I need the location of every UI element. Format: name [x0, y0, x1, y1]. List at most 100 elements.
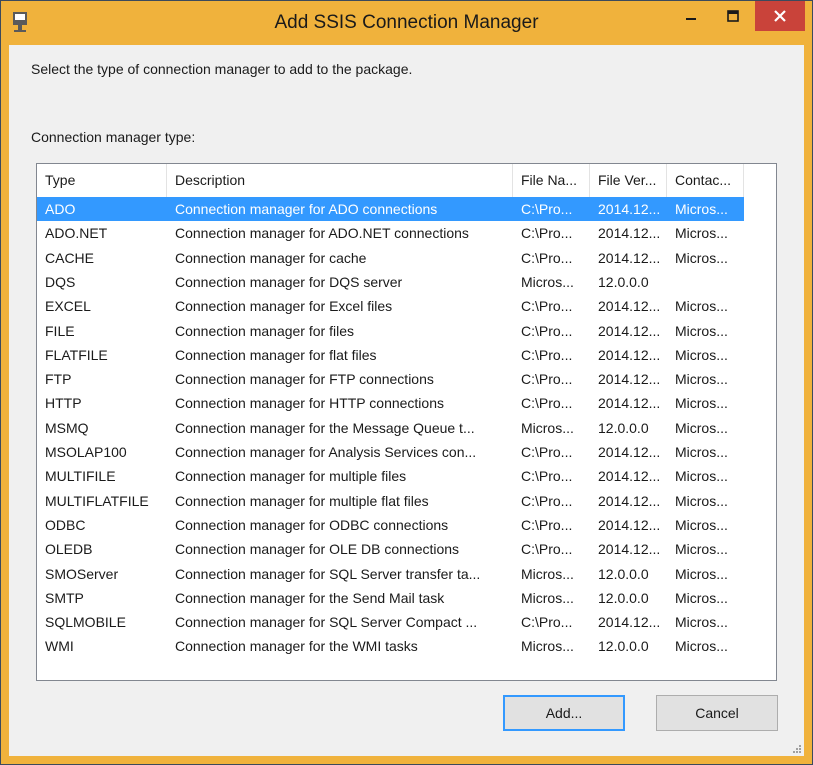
- cell-description: Connection manager for SQL Server transf…: [175, 565, 481, 582]
- cell-type: CACHE: [45, 249, 95, 266]
- cell-description: Connection manager for HTTP connections: [175, 395, 444, 412]
- cell-type: SQLMOBILE: [45, 614, 126, 631]
- dialog-window: Add SSIS Connection Manager Select the t…: [0, 0, 813, 765]
- cell-description: Connection manager for cache: [175, 249, 367, 266]
- cell-file-version: 2014.12...: [598, 346, 661, 363]
- cell-file-version: 2014.12...: [598, 468, 661, 485]
- cell-file-version: 2014.12...: [598, 614, 661, 631]
- table-row[interactable]: MULTIFLATFILE Connection manager for mult…: [37, 489, 744, 513]
- table-row[interactable]: DQS Connection manager for DQS server Micr…: [37, 270, 744, 294]
- title-bar[interactable]: Add SSIS Connection Manager: [1, 1, 812, 45]
- cell-description: Connection manager for Excel files: [175, 298, 393, 315]
- table-row[interactable]: ADO.NET Connection manager for ADO.NET co…: [37, 221, 744, 245]
- maximize-button[interactable]: [713, 1, 753, 31]
- add-button[interactable]: Add...: [503, 695, 625, 731]
- cancel-button[interactable]: Cancel: [656, 695, 778, 731]
- connection-type-list[interactable]: Type Description File Na... File Ver... …: [36, 163, 777, 681]
- cell-file-name: C:\Pro...: [521, 492, 573, 509]
- cell-file-name: Micros...: [521, 589, 574, 606]
- cell-contact: Micros...: [675, 249, 728, 266]
- cell-description: Connection manager for DQS server: [175, 273, 403, 290]
- cell-type: DQS: [45, 273, 76, 290]
- cell-description: Connection manager for flat files: [175, 346, 377, 363]
- table-row[interactable]: MULTIFILE Connection manager for multiple…: [37, 464, 744, 488]
- list-header: Type Description File Na... File Ver... …: [37, 164, 776, 197]
- table-row[interactable]: FTP Connection manager for FTP connection…: [37, 367, 744, 391]
- cell-contact: Micros...: [675, 346, 728, 363]
- cell-contact: [667, 270, 744, 294]
- table-row[interactable]: SMTP Connection manager for the Send Mail…: [37, 586, 744, 610]
- cell-type: FLATFILE: [45, 346, 108, 363]
- table-row[interactable]: ODBC Connection manager for ODBC connecti…: [37, 513, 744, 537]
- table-row[interactable]: ADO Connection manager for ADO connection…: [37, 197, 744, 221]
- cell-description: Connection manager for the Send Mail tas…: [175, 589, 445, 606]
- cell-file-version: 12.0.0.0: [598, 273, 649, 290]
- cell-file-version: 2014.12...: [598, 371, 661, 388]
- resize-grip-icon[interactable]: [792, 744, 802, 754]
- table-row[interactable]: FLATFILE Connection manager for flat file…: [37, 343, 744, 367]
- cell-file-version: 2014.12...: [598, 201, 661, 217]
- cell-type: WMI: [45, 638, 74, 655]
- table-row[interactable]: MSOLAP100 Connection manager for Analysis…: [37, 440, 744, 464]
- cell-type: ADO.NET: [45, 225, 108, 242]
- table-row[interactable]: MSMQ Connection manager for the Message Q…: [37, 416, 744, 440]
- cell-contact: Micros...: [675, 468, 728, 485]
- cell-file-version: 2014.12...: [598, 322, 661, 339]
- instruction-text: Select the type of connection manager to…: [31, 61, 413, 77]
- table-row[interactable]: EXCEL Connection manager for Excel files C…: [37, 294, 744, 318]
- cell-file-name: C:\Pro...: [521, 468, 573, 485]
- close-button[interactable]: [755, 1, 805, 31]
- cell-file-version: 12.0.0.0: [598, 589, 649, 606]
- cell-file-version: 2014.12...: [598, 249, 661, 266]
- cell-contact: Micros...: [675, 638, 728, 655]
- cell-description: Connection manager for multiple flat fil…: [175, 492, 429, 509]
- cell-file-name: C:\Pro...: [521, 395, 573, 412]
- cell-file-name: Micros...: [521, 565, 574, 582]
- column-header-file-name[interactable]: File Na...: [513, 164, 590, 197]
- cell-description: Connection manager for Analysis Services…: [175, 444, 477, 460]
- close-icon: [774, 10, 786, 22]
- cell-file-version: 2014.12...: [598, 541, 661, 558]
- table-row[interactable]: WMI Connection manager for the WMI tasks M…: [37, 634, 744, 658]
- cell-file-name: C:\Pro...: [521, 249, 573, 266]
- cell-type: ODBC: [45, 516, 86, 533]
- cell-contact: Micros...: [675, 614, 728, 631]
- cell-file-name: C:\Pro...: [521, 371, 573, 388]
- cell-description: Connection manager for ADO.NET connectio…: [175, 225, 469, 242]
- cell-description: Connection manager for files: [175, 322, 354, 339]
- table-row[interactable]: OLEDB Connection manager for OLE DB conne…: [37, 537, 744, 561]
- cell-file-version: 2014.12...: [598, 516, 661, 533]
- cell-contact: Micros...: [675, 492, 728, 509]
- table-row[interactable]: CACHE Connection manager for cache C:\Pro.…: [37, 246, 744, 270]
- cell-file-name: Micros...: [521, 273, 574, 290]
- column-header-contact[interactable]: Contac...: [667, 164, 744, 197]
- cell-type: OLEDB: [45, 541, 93, 558]
- cell-contact: Micros...: [675, 201, 728, 217]
- cell-type: HTTP: [45, 395, 82, 412]
- cell-type: EXCEL: [45, 298, 91, 315]
- cell-file-version: 12.0.0.0: [598, 638, 649, 655]
- cell-type: MSMQ: [45, 419, 89, 436]
- minimize-button[interactable]: [671, 1, 711, 31]
- cell-contact: Micros...: [675, 225, 728, 242]
- column-header-description[interactable]: Description: [167, 164, 513, 197]
- cell-contact: Micros...: [675, 322, 728, 339]
- cell-type: ADO: [45, 201, 76, 217]
- cell-description: Connection manager for SQL Server Compac…: [175, 614, 478, 631]
- cell-description: Connection manager for the WMI tasks: [175, 638, 418, 655]
- minimize-icon: [686, 18, 696, 20]
- column-header-file-version[interactable]: File Ver...: [590, 164, 667, 197]
- table-row[interactable]: FILE Connection manager for files C:\Pro..…: [37, 319, 744, 343]
- table-row[interactable]: SQLMOBILE Connection manager for SQL Serv…: [37, 610, 744, 634]
- column-header-type[interactable]: Type: [37, 164, 167, 197]
- connection-type-label: Connection manager type:: [31, 129, 196, 145]
- cell-contact: Micros...: [675, 589, 728, 606]
- cell-description: Connection manager for multiple files: [175, 468, 407, 485]
- table-row[interactable]: HTTP Connection manager for HTTP connecti…: [37, 391, 744, 415]
- cell-contact: Micros...: [675, 419, 728, 436]
- cell-file-version: 12.0.0.0: [598, 419, 649, 436]
- cell-contact: Micros...: [675, 444, 728, 460]
- table-row[interactable]: SMOServer Connection manager for SQL Serv…: [37, 562, 744, 586]
- cell-type: SMOServer: [45, 565, 119, 582]
- cell-file-name: Micros...: [521, 638, 574, 655]
